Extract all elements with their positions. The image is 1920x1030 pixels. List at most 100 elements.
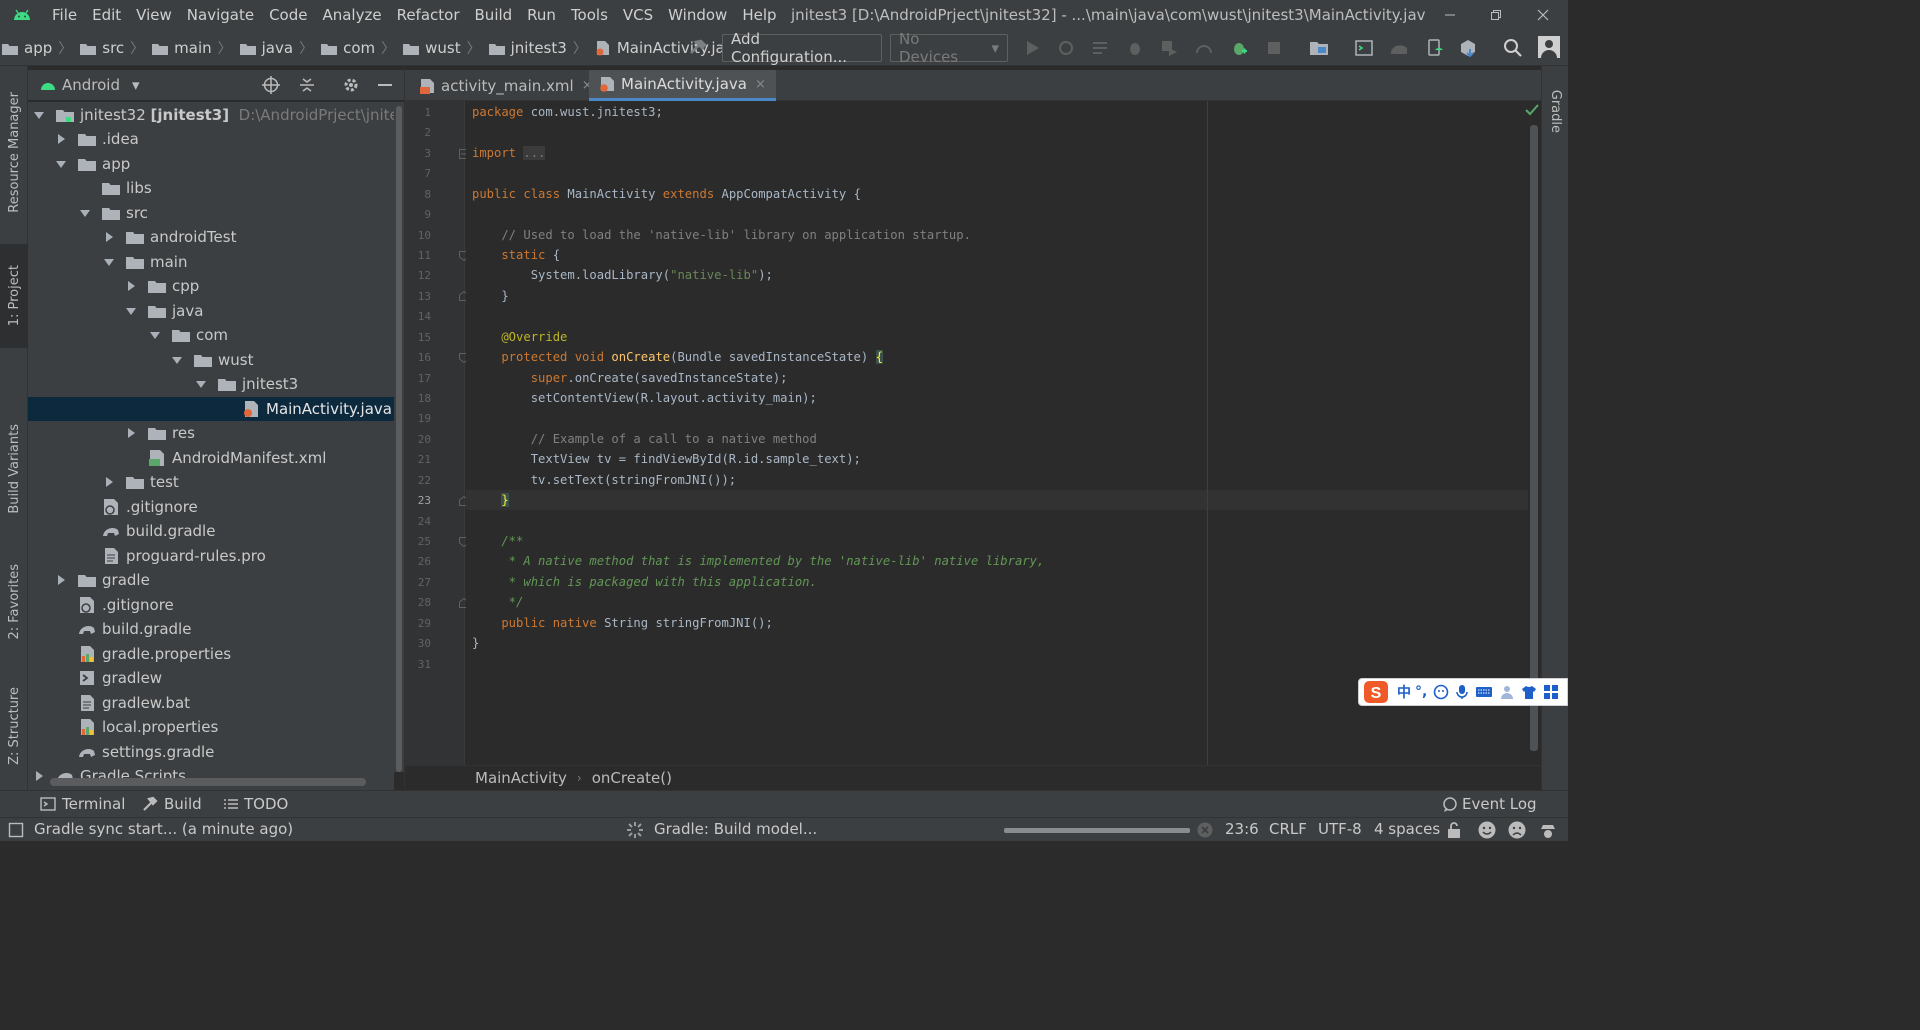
background-task-label[interactable]: Gradle: Build model... — [654, 820, 817, 838]
emoji-icon[interactable] — [1433, 684, 1449, 700]
crumb-app[interactable]: app — [2, 39, 52, 57]
project-structure-icon[interactable] — [1309, 38, 1329, 58]
tree-item-build-gradle[interactable]: build.gradle — [28, 617, 394, 641]
menu-run[interactable]: Run — [527, 6, 556, 24]
editor-vertical-scrollbar[interactable] — [1525, 101, 1541, 765]
indent-setting[interactable]: 4 spaces — [1374, 820, 1440, 838]
collapse-all-icon[interactable] — [298, 76, 316, 94]
menu-build[interactable]: Build — [475, 6, 513, 24]
tab-activity-main-xml[interactable]: activity_main.xml × — [409, 70, 603, 101]
crumb-mainactivity[interactable]: MainActivity.java — [595, 39, 743, 57]
hide-panel-icon[interactable] — [376, 76, 394, 94]
status-message[interactable]: Gradle sync start... (a minute ago) — [34, 820, 293, 838]
tree-item-gradlew-bat[interactable]: gradlew.bat — [28, 691, 394, 715]
todo-tool-button[interactable]: TODO — [224, 795, 288, 813]
restore-button[interactable] — [1473, 0, 1519, 30]
minimize-button[interactable] — [1427, 0, 1473, 30]
sogou-logo-icon[interactable]: S — [1363, 680, 1389, 704]
skin-shirt-icon[interactable] — [1521, 684, 1537, 700]
chevron-down-icon[interactable]: ▾ — [132, 76, 140, 94]
tree-item-proguard[interactable]: proguard-rules.pro — [28, 544, 394, 568]
resource-manager-tab[interactable]: Resource Manager — [0, 78, 28, 226]
toggle-tool-windows-icon[interactable] — [8, 822, 24, 838]
menu-analyze[interactable]: Analyze — [322, 6, 381, 24]
menu-navigate[interactable]: Navigate — [187, 6, 254, 24]
inspection-ok-check-icon[interactable] — [1524, 103, 1540, 117]
tree-horizontal-scrollbar[interactable] — [50, 778, 366, 786]
caret-position[interactable]: 23:6 — [1225, 820, 1259, 838]
keyboard-icon[interactable] — [1475, 685, 1493, 699]
tree-item-com[interactable]: com — [28, 323, 394, 347]
cancel-task-icon[interactable] — [1196, 821, 1214, 839]
microphone-icon[interactable] — [1455, 684, 1469, 700]
tree-item-app-build-gradle[interactable]: build.gradle — [28, 519, 394, 543]
toolbox-grid-icon[interactable] — [1543, 684, 1559, 700]
smiley-happy-icon[interactable] — [1477, 820, 1497, 840]
locate-target-icon[interactable] — [262, 76, 280, 94]
apply-code-changes-icon[interactable] — [1090, 38, 1110, 58]
event-log-button[interactable]: Event Log — [1442, 795, 1537, 813]
run-icon[interactable] — [1022, 38, 1042, 58]
user-icon[interactable] — [1499, 684, 1515, 700]
sync-gradle-icon[interactable] — [1389, 38, 1409, 58]
tree-item-mainactivity[interactable]: MainActivity.java — [28, 397, 394, 421]
code-editor[interactable]: package com.wust.jnitest3; import ... pu… — [466, 101, 1528, 765]
tree-item-cpp[interactable]: cpp — [28, 274, 394, 298]
project-tab[interactable]: 1: Project — [0, 244, 28, 348]
close-tab-icon[interactable]: × — [755, 77, 766, 92]
gear-icon[interactable] — [342, 76, 360, 94]
menu-vcs[interactable]: VCS — [623, 6, 653, 24]
inspector-hat-icon[interactable] — [1538, 820, 1558, 840]
editor-gutter[interactable]: 1 2 3 7 8 9 10 11 12 13 14 15 16 17 18 1… — [405, 101, 469, 765]
structure-tab[interactable]: Z: Structure — [0, 674, 28, 778]
tree-item-src[interactable]: src — [28, 201, 394, 225]
crumb-src[interactable]: src — [80, 39, 124, 57]
debug-icon[interactable] — [1125, 38, 1145, 58]
menu-edit[interactable]: Edit — [92, 6, 121, 24]
scrollbar-thumb[interactable] — [1530, 125, 1538, 751]
crumb-wust[interactable]: wust — [403, 39, 461, 57]
hammer-build-icon[interactable] — [688, 38, 708, 58]
crumb-com[interactable]: com — [321, 39, 375, 57]
tree-vertical-scrollbar[interactable] — [394, 102, 404, 772]
menu-file[interactable]: File — [52, 6, 77, 24]
line-separator[interactable]: CRLF — [1269, 820, 1307, 838]
stop-icon[interactable] — [1264, 38, 1284, 58]
tree-item-app-gitignore[interactable]: .gitignore — [28, 495, 394, 519]
build-variants-tab[interactable]: Build Variants — [0, 408, 28, 530]
menu-tools[interactable]: Tools — [571, 6, 608, 24]
tree-item-libs[interactable]: libs — [28, 176, 394, 200]
smiley-sad-icon[interactable] — [1507, 820, 1527, 840]
menu-view[interactable]: View — [136, 6, 172, 24]
tree-item-root[interactable]: jnitest32 [jnitest3] D:\AndroidPrject\jn… — [28, 103, 394, 127]
add-configuration-button[interactable]: Add Configuration... — [722, 30, 882, 66]
crumb-main[interactable]: main — [152, 39, 212, 57]
tree-item-manifest[interactable]: AndroidManifest.xml — [28, 446, 394, 470]
menu-window[interactable]: Window — [668, 6, 727, 24]
menu-refactor[interactable]: Refactor — [397, 6, 460, 24]
tab-mainactivity-java[interactable]: MainActivity.java × — [589, 70, 776, 101]
menu-code[interactable]: Code — [269, 6, 307, 24]
tree-item-androidtest[interactable]: androidTest — [28, 225, 394, 249]
crumb-java[interactable]: java — [239, 39, 293, 57]
tree-item-idea[interactable]: .idea — [28, 127, 394, 151]
tree-item-gradlew[interactable]: gradlew — [28, 666, 394, 690]
account-avatar-icon[interactable] — [1538, 36, 1560, 58]
crumb-jnitest3[interactable]: jnitest3 — [488, 39, 567, 57]
terminal-window-icon[interactable] — [1354, 38, 1374, 58]
apply-changes-icon[interactable] — [1056, 38, 1076, 58]
gradle-tab[interactable]: Gradle — [1542, 76, 1570, 146]
tree-item-java[interactable]: java — [28, 299, 394, 323]
device-selector[interactable]: No Devices ▾ — [890, 30, 1008, 66]
tree-item-gitignore[interactable]: .gitignore — [28, 593, 394, 617]
menu-help[interactable]: Help — [742, 6, 776, 24]
attach-debugger-icon[interactable] — [1229, 38, 1249, 58]
tree-item-local-properties[interactable]: local.properties — [28, 715, 394, 739]
tree-item-test[interactable]: test — [28, 470, 394, 494]
tree-item-main[interactable]: main — [28, 250, 394, 274]
profile-icon[interactable] — [1194, 38, 1214, 58]
breadcrumb-method[interactable]: onCreate() — [592, 769, 672, 787]
build-tool-button[interactable]: Build — [142, 795, 202, 813]
tree-item-wust[interactable]: wust — [28, 348, 394, 372]
scrollbar-thumb[interactable] — [396, 106, 402, 772]
